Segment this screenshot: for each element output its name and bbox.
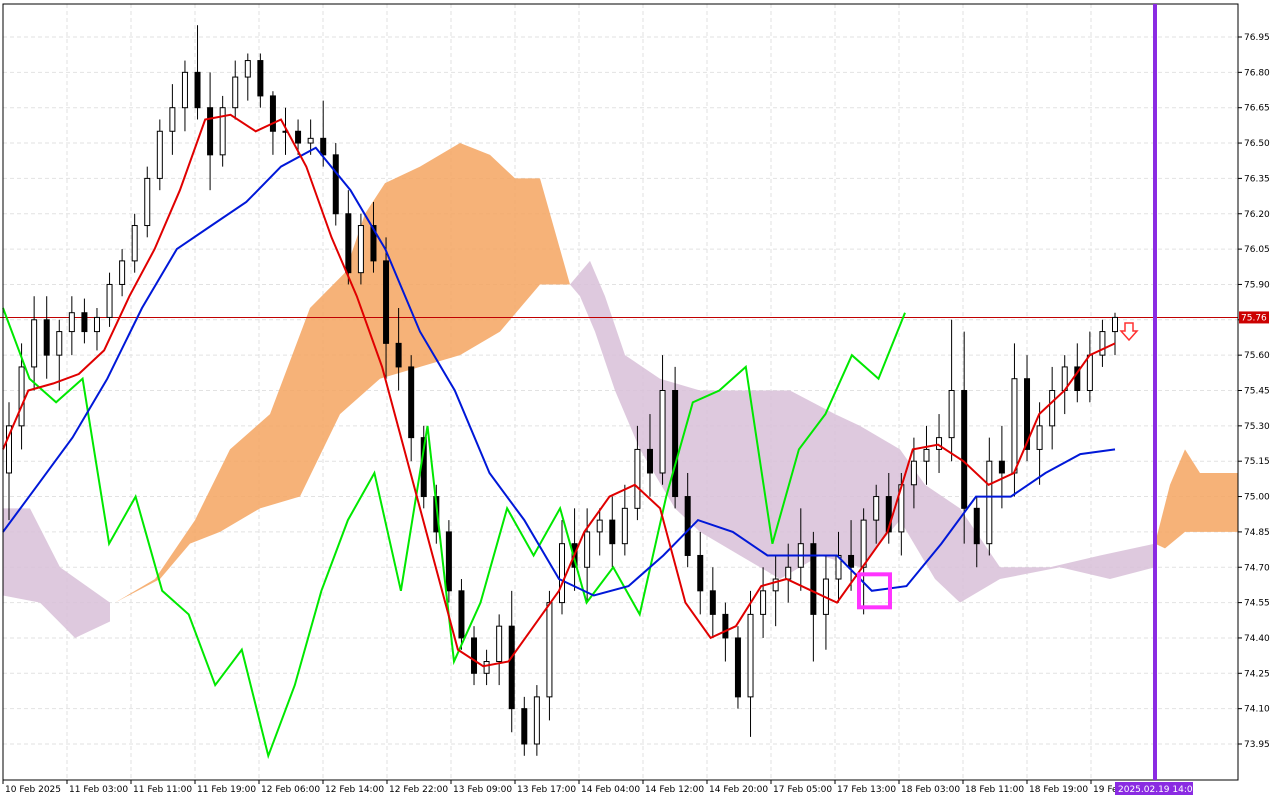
x-tick-label: 10 Feb 2025 [5,785,61,795]
current-price-tag: 75.76 [1239,311,1269,324]
y-tick-label: 73.95 [1244,740,1270,750]
x-tick-label: 13 Feb 17:00 [517,785,576,795]
y-tick-label: 74.55 [1244,599,1270,609]
x-tick-label: 18 Feb 03:00 [901,785,960,795]
y-tick-label: 75.90 [1244,280,1270,290]
y-tick-label: 75.15 [1244,457,1270,467]
current-price-value: 75.76 [1241,313,1267,323]
y-tick-label: 74.25 [1244,669,1270,679]
x-tick-label: 12 Feb 22:00 [389,785,448,795]
x-tick-label: 14 Feb 04:00 [581,785,640,795]
y-tick-label: 75.45 [1244,387,1270,397]
y-tick-label: 74.40 [1244,634,1270,644]
x-tick-label: 11 Feb 03:00 [69,785,128,795]
y-tick-label: 75.00 [1244,493,1270,503]
vertical-line-tag: 2025.02.19 14:00 [1115,782,1199,795]
y-tick-label: 76.50 [1244,139,1270,149]
x-tick-label: 14 Feb 12:00 [645,785,704,795]
candle [734,626,741,709]
x-tick-label: 13 Feb 09:00 [453,785,512,795]
y-tick-label: 74.85 [1244,528,1270,538]
candle [332,143,339,226]
x-tick-label: 18 Feb 19:00 [1029,785,1088,795]
y-tick-label: 76.95 [1244,33,1270,43]
y-tick-label: 76.35 [1244,174,1270,184]
ichimoku-chart[interactable]: 76.95 76.80 76.65 76.50 76.35 76.20 76.05 75.90… [0,0,1280,800]
y-tick-label: 76.65 [1244,104,1270,114]
y-tick-label: 76.20 [1244,210,1270,220]
y-tick-label: 75.60 [1244,351,1270,361]
x-tick-label: 17 Feb 13:00 [837,785,896,795]
x-tick-label: 14 Feb 20:00 [709,785,768,795]
y-tick-label: 75.30 [1244,422,1270,432]
x-tick-label: 12 Feb 14:00 [325,785,384,795]
vertical-line-label: 2025.02.19 14:00 [1118,785,1199,795]
y-tick-label: 76.05 [1244,245,1270,255]
y-tick-label: 74.10 [1244,705,1270,715]
x-tick-label: 12 Feb 06:00 [261,785,320,795]
x-tick-label: 11 Feb 19:00 [197,785,256,795]
candle [445,520,452,603]
y-tick-label: 76.80 [1244,68,1270,78]
x-tick-label: 18 Feb 11:00 [965,785,1024,795]
x-tick-label: 17 Feb 05:00 [773,785,832,795]
x-tick-label: 11 Feb 11:00 [133,785,192,795]
y-tick-label: 74.70 [1244,563,1270,573]
